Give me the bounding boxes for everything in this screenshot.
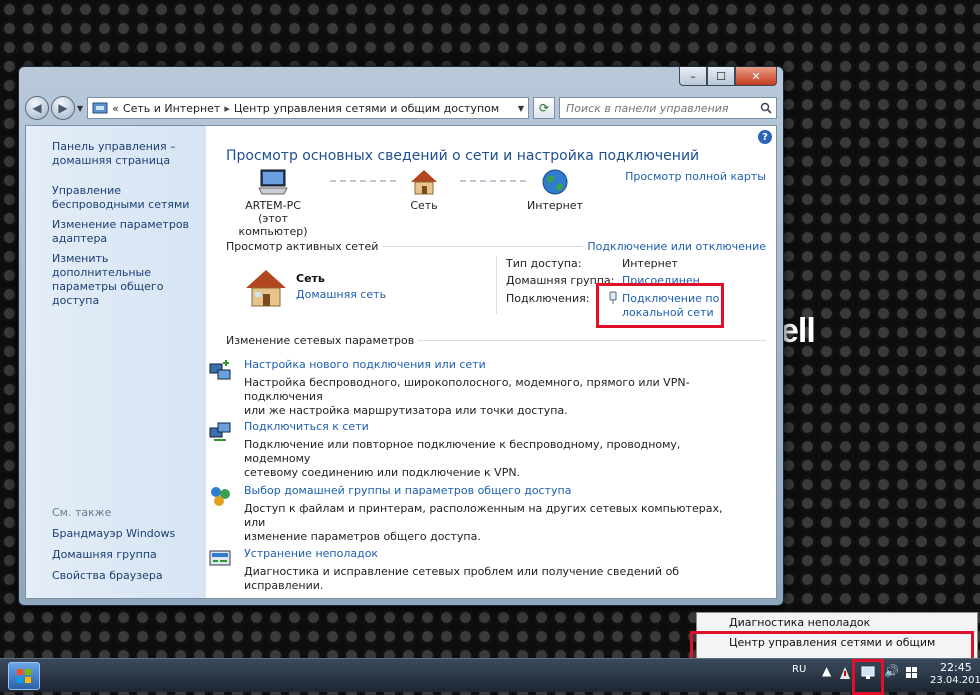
active-vertical-divider [496,256,497,314]
address-bar[interactable]: « Сеть и Интернет ▸ Центр управления сет… [87,97,529,119]
network-center-window: – ☐ ✕ ◀ ▶ ▼ « Сеть и Интернет ▸ Центр уп… [18,66,784,606]
network-type-link[interactable]: Домашняя сеть [296,288,386,301]
sidebar-item-wireless[interactable]: Управление беспроводными сетями [52,184,202,212]
full-map-link[interactable]: Просмотр полной карты [625,170,766,183]
breadcrumb-network-internet[interactable]: Сеть и Интернет [123,102,220,115]
windows-flag-icon[interactable] [906,667,918,679]
house-icon [411,170,437,195]
task-troubleshoot-link[interactable]: Устранение неполадок [244,547,724,560]
clock-date[interactable]: 23.04.2016 [930,675,980,686]
see-also-header: См. также [52,506,112,519]
internet-label: Интернет [527,199,583,212]
volume-icon[interactable]: 🔊 [884,664,899,678]
forward-button[interactable]: ▶ [51,96,75,120]
page-title: Просмотр основных сведений о сети и наст… [226,148,700,164]
map-computer[interactable]: ARTEM-PC (этот компьютер) [228,168,318,238]
caption-buttons: – ☐ ✕ [679,67,777,86]
refresh-icon: ⟳ [538,101,550,115]
task-homegroup-link[interactable]: Выбор домашней группы и параметров общег… [244,484,724,497]
highlight-box-connection [596,283,724,328]
computer-subtitle: (этот компьютер) [238,212,308,238]
arrow-left-icon: ◀ [32,101,42,115]
task-homegroup: Выбор домашней группы и параметров общег… [211,484,724,544]
globe-icon [542,169,568,195]
action-center-icon[interactable] [838,665,852,681]
sidebar: Панель управления – домашняя страница Уп… [26,126,206,598]
close-button[interactable]: ✕ [735,67,777,86]
task-connect-desc2: сетевому соединению или подключение к VP… [244,466,521,479]
homegroup-icon [211,487,230,506]
sidebar-item-sharing[interactable]: Изменить дополнительные параметры общего… [52,252,202,308]
menu-item-diagnose[interactable]: Диагностика неполадок [697,613,977,633]
search-box[interactable] [559,97,777,119]
computer-name: ARTEM-PC [245,199,301,212]
task-connect-link[interactable]: Подключиться к сети [244,420,724,433]
highlight-box-tray [852,659,884,695]
connect-network-icon [209,422,231,441]
sidebar-item-home[interactable]: Панель управления – домашняя страница [52,140,202,168]
recent-pages-dropdown[interactable]: ▼ [77,104,83,113]
start-button[interactable] [8,662,40,690]
search-input[interactable] [564,100,760,116]
help-icon[interactable]: ? [758,130,772,144]
refresh-button[interactable]: ⟳ [533,97,555,119]
task-new-connection-link[interactable]: Настройка нового подключения или сети [244,358,724,371]
task-homegroup-desc2: изменение параметров общего доступа. [244,530,481,543]
map-internet[interactable]: Интернет [524,168,586,212]
network-setup-icon [209,360,231,380]
network-label: Сеть [410,199,438,212]
client-area: Панель управления – домашняя страница Уп… [25,125,777,599]
navigation-bar: ◀ ▶ ▼ « Сеть и Интернет ▸ Центр управлен… [25,95,777,121]
task-new-connection-desc1: Настройка беспроводного, широкополосного… [244,376,690,403]
show-hidden-icons[interactable]: ▲ [822,664,831,678]
search-icon [760,102,772,114]
task-new-connection-desc2: или же настройка маршрутизатора или точк… [244,404,568,417]
maximize-button[interactable]: ☐ [707,67,735,86]
language-indicator[interactable]: RU [792,664,806,675]
task-homegroup-desc1: Доступ к файлам и принтерам, расположенн… [244,502,723,529]
home-network-icon [246,270,286,307]
taskbar: RU ▲ 🔊 22:45 23.04.2016 [0,658,980,695]
access-type-label: Тип доступа: [506,257,582,270]
task-connect-desc1: Подключение или повторное подключение к … [244,438,681,465]
clock-time[interactable]: 22:45 [940,661,972,674]
troubleshoot-icon [209,550,231,566]
desktop-brand-text: ell [780,312,816,350]
active-networks-header: Просмотр активных сетей [226,240,383,253]
arrow-right-icon: ▶ [58,101,68,115]
task-new-connection: Настройка нового подключения или сети На… [209,358,724,418]
map-network[interactable]: Сеть [394,168,454,212]
minimize-button[interactable]: – [679,67,707,86]
computer-icon [258,169,288,195]
map-connector-right [460,180,526,182]
main-content: ? Просмотр основных сведений о сети и на… [206,126,776,598]
back-button[interactable]: ◀ [25,96,49,120]
breadcrumb-separator[interactable]: ▸ [224,102,230,115]
breadcrumb-root[interactable]: « [112,102,119,115]
map-connector-left [330,180,396,182]
active-network-name: Сеть [296,272,325,285]
task-troubleshoot: Устранение неполадок Диагностика и испра… [209,547,724,593]
see-also-browser-properties[interactable]: Свойства браузера [52,569,202,583]
address-dropdown-icon[interactable]: ▼ [518,104,524,113]
connections-label: Подключения: [506,292,590,305]
task-troubleshoot-desc1: Диагностика и исправление сетевых пробле… [244,565,680,592]
start-icon [17,669,31,683]
breadcrumb-network-center[interactable]: Центр управления сетями и общим доступом [234,102,499,115]
access-type-value: Интернет [622,257,678,270]
change-settings-header: Изменение сетевых параметров [226,334,419,347]
connect-disconnect-link[interactable]: Подключение или отключение [583,240,766,253]
see-also-firewall[interactable]: Брандмауэр Windows [52,527,202,541]
network-folder-icon [92,102,108,114]
sidebar-item-adapter[interactable]: Изменение параметров адаптера [52,218,202,246]
task-connect: Подключиться к сети Подключение или повт… [209,420,724,480]
see-also-homegroup[interactable]: Домашняя группа [52,548,202,562]
